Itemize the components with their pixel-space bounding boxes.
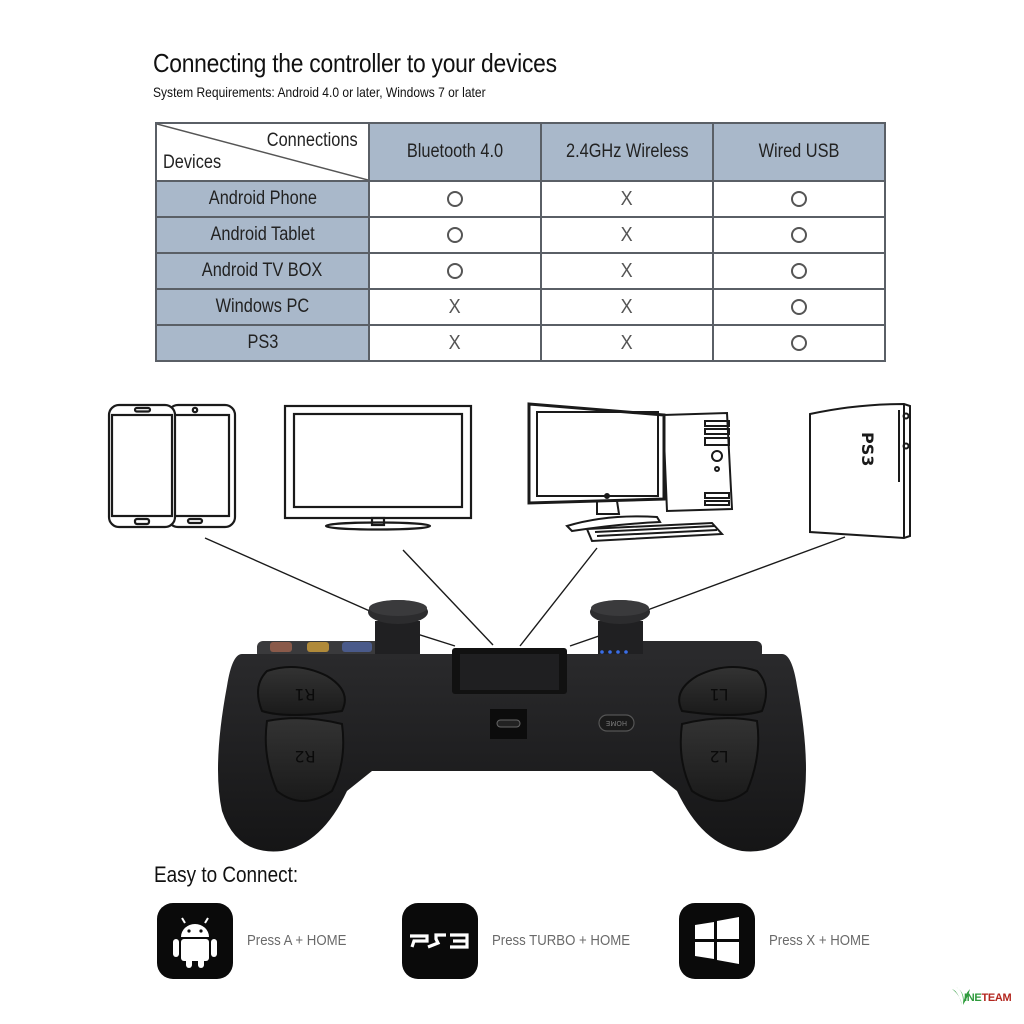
vineteam-watermark: INETEAM (950, 985, 1020, 1011)
vineteam-text: INETEAM (964, 992, 1012, 1004)
android-instruction: Press A + HOME (247, 932, 347, 949)
connector-lines (204, 536, 846, 647)
svg-text:L2: L2 (709, 747, 728, 766)
windows-instruction: Press X + HOME (769, 932, 870, 949)
svg-text:R1: R1 (294, 685, 315, 704)
android-icon (157, 903, 233, 979)
r2-button[interactable]: R2 (264, 717, 345, 802)
home-button[interactable]: HOME (598, 714, 635, 732)
ps3-instruction: Press TURBO + HOME (492, 932, 631, 949)
game-controller: R1 R2 L1 L2 HOME (218, 600, 806, 852)
right-thumbstick (368, 600, 428, 661)
svg-text:R2: R2 (294, 747, 315, 766)
l2-button[interactable]: L2 (679, 717, 760, 802)
windows-icon (679, 903, 755, 979)
ps3-logo-icon (402, 903, 478, 979)
easy-connect-title: Easy to Connect: (154, 862, 299, 887)
svg-text:L1: L1 (709, 685, 728, 704)
left-thumbstick (590, 600, 650, 661)
svg-text:HOME: HOME (606, 719, 627, 727)
micro-usb-port (490, 709, 527, 739)
